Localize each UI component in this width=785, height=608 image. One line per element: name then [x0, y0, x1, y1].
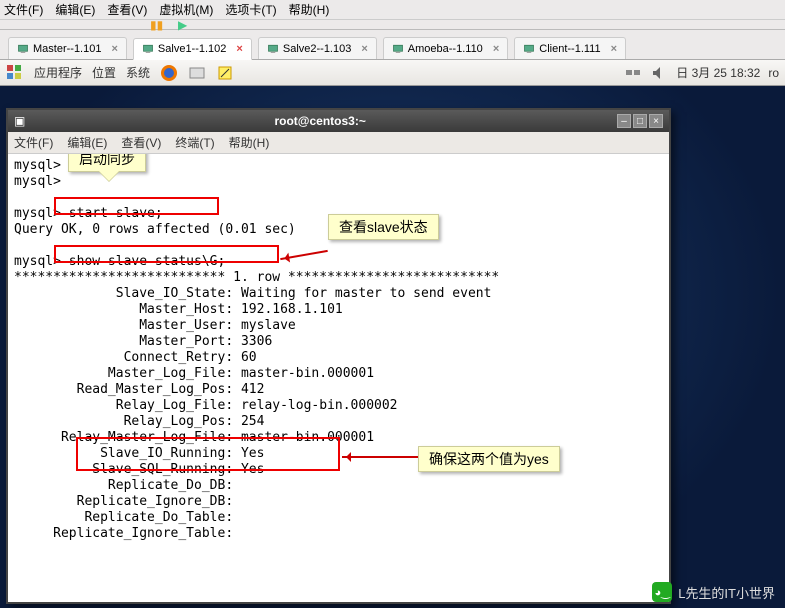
maximize-icon[interactable]: □	[633, 114, 647, 128]
tab-salve1[interactable]: Salve1--1.102 ×	[133, 38, 252, 60]
firefox-icon[interactable]	[160, 64, 178, 82]
gnome-panel: 应用程序 位置 系统 日 3月 25 18:32 ro	[0, 60, 785, 86]
vm-icon	[523, 43, 535, 55]
tab-amoeba[interactable]: Amoeba--1.110 ×	[383, 37, 508, 59]
menu-file[interactable]: 文件(F)	[4, 1, 43, 18]
close-icon[interactable]: ×	[611, 43, 617, 55]
tab-client[interactable]: Client--1.111 ×	[514, 37, 626, 59]
tab-label: Client--1.111	[539, 43, 600, 55]
term-menu-view[interactable]: 查看(V)	[121, 134, 161, 151]
terminal-menubar: 文件(F) 编辑(E) 查看(V) 终端(T) 帮助(H)	[8, 132, 669, 154]
wechat-icon: ◕‿	[652, 582, 672, 602]
vm-icon	[142, 43, 154, 55]
term-menu-help[interactable]: 帮助(H)	[229, 134, 270, 151]
volume-icon[interactable]	[650, 64, 668, 82]
tab-label: Master--1.101	[33, 43, 101, 55]
tab-master[interactable]: Master--1.101 ×	[8, 37, 127, 59]
terminal-title: root@centos3:~	[274, 114, 365, 128]
menu-tabs[interactable]: 选项卡(T)	[225, 1, 276, 18]
terminal-body[interactable]: mysql> mysql> mysql> start slave; Query …	[8, 154, 669, 602]
play-icon[interactable]: ▶	[178, 18, 192, 32]
gnome-places[interactable]: 位置	[92, 64, 116, 81]
close-icon[interactable]: ×	[493, 43, 499, 55]
gnome-applications[interactable]: 应用程序	[34, 64, 82, 81]
gnome-user[interactable]: ro	[768, 66, 779, 80]
vm-icon	[17, 43, 29, 55]
watermark-text: L先生的IT小世界	[678, 583, 775, 602]
tab-salve2[interactable]: Salve2--1.103 ×	[258, 37, 377, 59]
close-icon[interactable]: ×	[361, 43, 367, 55]
pause-icon[interactable]: ▮▮	[150, 18, 164, 32]
close-window-icon[interactable]: ×	[649, 114, 663, 128]
menu-vm[interactable]: 虚拟机(M)	[159, 1, 213, 18]
gnome-system[interactable]: 系统	[126, 64, 150, 81]
vm-icon	[267, 43, 279, 55]
host-menu-bar: 文件(F) 编辑(E) 查看(V) 虚拟机(M) 选项卡(T) 帮助(H)	[0, 0, 785, 20]
applications-icon[interactable]	[6, 64, 24, 82]
network-icon[interactable]	[624, 64, 642, 82]
terminal-window: ▣ root@centos3:~ – □ × 文件(F) 编辑(E) 查看(V)…	[6, 108, 671, 604]
tab-label: Salve2--1.103	[283, 43, 352, 55]
vm-icon	[392, 43, 404, 55]
term-menu-edit[interactable]: 编辑(E)	[67, 134, 107, 151]
menu-view[interactable]: 查看(V)	[107, 1, 147, 18]
callout-ensure-yes: 确保这两个值为yes	[418, 446, 560, 472]
terminal-titlebar[interactable]: ▣ root@centos3:~ – □ ×	[8, 110, 669, 132]
watermark: ◕‿ L先生的IT小世界	[652, 582, 775, 602]
minimize-icon[interactable]: –	[617, 114, 631, 128]
term-menu-file[interactable]: 文件(F)	[14, 134, 53, 151]
callout-start-sync: 启动同步	[68, 154, 146, 172]
menu-edit[interactable]: 编辑(E)	[55, 1, 95, 18]
term-menu-term[interactable]: 终端(T)	[175, 134, 214, 151]
tab-label: Salve1--1.102	[158, 43, 227, 55]
close-icon[interactable]: ×	[236, 43, 242, 55]
vm-tab-bar: Master--1.101 × Salve1--1.102 × Salve2--…	[0, 30, 785, 60]
file-manager-icon[interactable]	[188, 64, 206, 82]
gnome-clock[interactable]: 日 3月 25 18:32	[676, 64, 760, 81]
host-toolbar: ▮▮ ▶	[0, 20, 785, 30]
close-icon[interactable]: ×	[111, 43, 117, 55]
terminal-app-icon: ▣	[14, 114, 25, 128]
menu-help[interactable]: 帮助(H)	[289, 1, 330, 18]
tab-label: Amoeba--1.110	[408, 43, 483, 55]
note-icon[interactable]	[216, 64, 234, 82]
callout-view-status: 查看slave状态	[328, 214, 439, 240]
guest-desktop: ▣ root@centos3:~ – □ × 文件(F) 编辑(E) 查看(V)…	[0, 86, 785, 608]
arrow-ensure-yes	[342, 456, 418, 458]
